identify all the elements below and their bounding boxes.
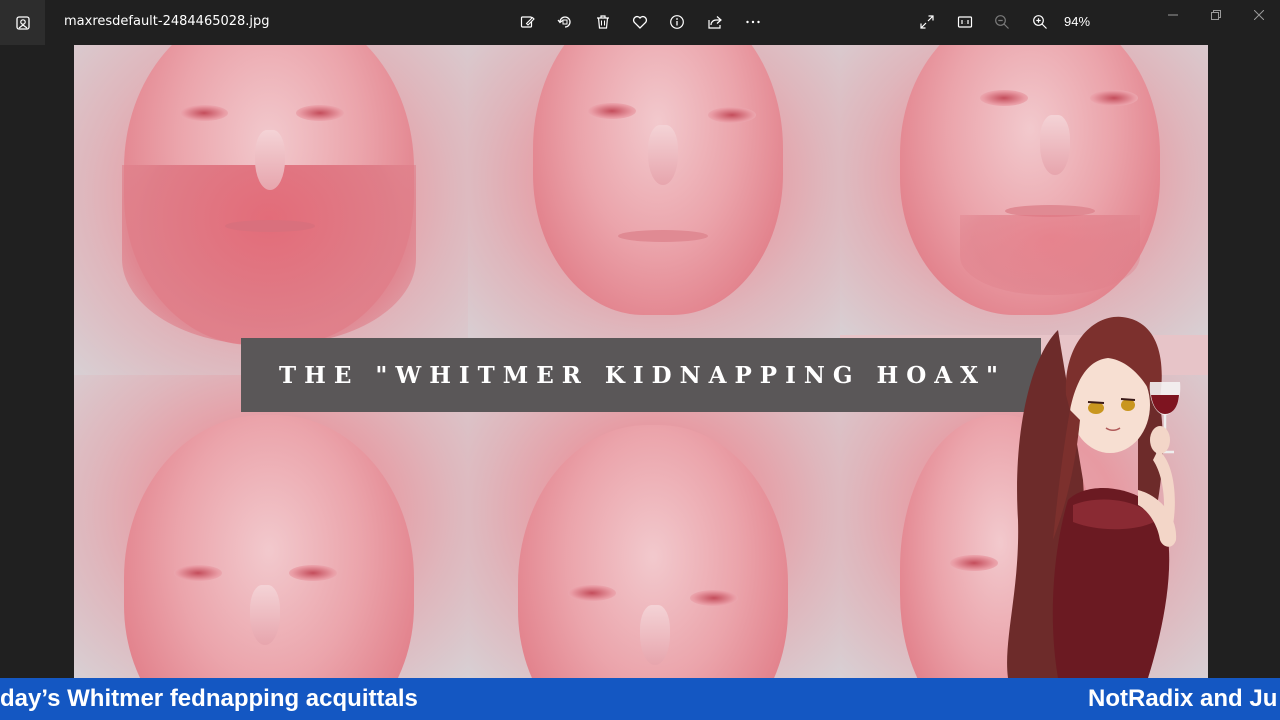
title-banner: THE "WHITMER KIDNAPPING HOAX" [241, 338, 1041, 412]
zoom-in-icon[interactable] [1030, 12, 1050, 32]
minimize-icon[interactable] [1161, 6, 1185, 24]
zoom-out-icon[interactable] [992, 12, 1012, 32]
title-bar: maxresdefault-2484465028.jpg 94% [0, 0, 1280, 45]
share-icon[interactable] [705, 12, 725, 32]
info-icon[interactable] [667, 12, 687, 32]
more-icon[interactable] [743, 12, 763, 32]
close-icon[interactable] [1247, 6, 1271, 24]
ticker-text-left: day’s Whitmer fednapping acquittals [0, 685, 418, 712]
face-photo [74, 45, 468, 375]
face-photo [74, 375, 468, 678]
delete-icon[interactable] [593, 12, 613, 32]
face-photo [468, 375, 840, 678]
rotate-icon[interactable] [555, 12, 575, 32]
anime-character-overlay [1007, 316, 1181, 678]
ticker-text-right: NotRadix and Ju [1088, 685, 1278, 712]
fullscreen-icon[interactable] [917, 12, 937, 32]
banner-text: THE "WHITMER KIDNAPPING HOAX" [279, 361, 1006, 389]
file-name: maxresdefault-2484465028.jpg [64, 14, 270, 29]
actual-size-icon[interactable] [955, 12, 975, 32]
image-viewport[interactable]: THE "WHITMER KIDNAPPING HOAX" [74, 45, 1208, 678]
face-photo [840, 45, 1208, 335]
heart-icon[interactable] [630, 12, 650, 32]
edit-image-icon[interactable] [518, 12, 538, 32]
zoom-level[interactable]: 94% [1064, 14, 1090, 29]
restore-icon[interactable] [1204, 6, 1228, 24]
photos-app-icon[interactable] [0, 0, 45, 45]
face-photo [468, 45, 840, 345]
news-ticker: day’s Whitmer fednapping acquittals NotR… [0, 678, 1280, 720]
